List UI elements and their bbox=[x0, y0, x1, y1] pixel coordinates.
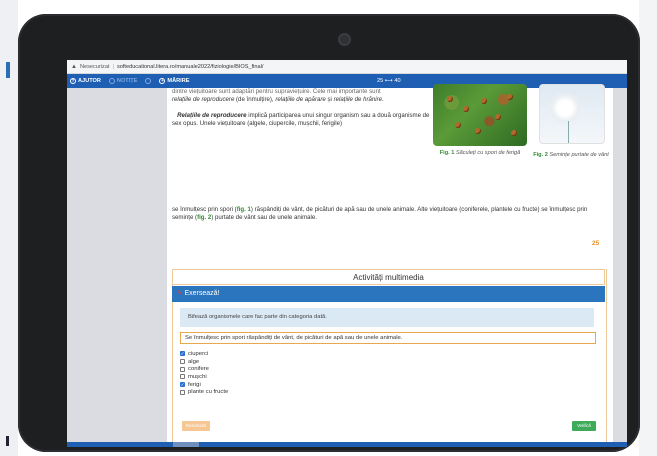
document-page: dintre viețuitoare sunt adaptări pentru … bbox=[167, 84, 613, 447]
figure-1-number: Fig. 1 bbox=[439, 150, 455, 156]
tablet-frame: ▲ Nesecurizat | softeducational.litera.r… bbox=[18, 14, 640, 452]
tablet-screen: ▲ Nesecurizat | softeducational.litera.r… bbox=[67, 60, 627, 447]
paragraph-cut-line: dintre viețuitoare sunt adaptări pentru … bbox=[172, 88, 381, 95]
text-chunk: . bbox=[382, 96, 384, 103]
exercise-header: ✎ Exersează! bbox=[172, 286, 605, 302]
help-label: AJUTOR bbox=[78, 78, 101, 84]
background-right bbox=[639, 0, 657, 456]
page-scrollbar[interactable] bbox=[67, 442, 627, 447]
checkbox[interactable] bbox=[180, 389, 185, 395]
scroll-thumb[interactable] bbox=[173, 442, 199, 447]
browser-address-bar[interactable]: ▲ Nesecurizat | softeducational.litera.r… bbox=[67, 60, 627, 74]
term-feeding: relațiile de hrănire bbox=[333, 96, 383, 103]
magnifier-icon: + bbox=[159, 78, 166, 84]
checkbox[interactable] bbox=[180, 374, 185, 380]
option-label: plante cu fructe bbox=[188, 389, 229, 396]
checkbox[interactable]: ✓ bbox=[180, 382, 185, 388]
notes-icon bbox=[108, 78, 115, 84]
mode-toggle-icon[interactable] bbox=[145, 78, 152, 84]
address-separator: | bbox=[112, 63, 114, 70]
document-margin-left bbox=[67, 88, 167, 447]
help-icon: ? bbox=[70, 78, 76, 84]
text-chunk: ) purtate de vânt sau de unele animale. bbox=[211, 214, 317, 222]
figure-2-text: Semințe purtate de vânt bbox=[549, 152, 609, 158]
exercise-instruction: Bifează organismele care fac parte din c… bbox=[180, 308, 594, 327]
option-item[interactable]: ✓ ciuperci bbox=[180, 350, 380, 358]
help-button[interactable]: ? AJUTOR bbox=[70, 78, 101, 84]
notes-button[interactable]: NOTIȚE bbox=[108, 78, 138, 84]
figure-1-reference[interactable]: fig. 1 bbox=[237, 206, 251, 213]
option-label: ciuperci bbox=[188, 350, 209, 357]
option-label: mușchi bbox=[188, 373, 207, 380]
paragraph-reproduction: Relațiile de reproducere implică partici… bbox=[172, 112, 434, 128]
background-accent-mark-bottom bbox=[6, 436, 9, 446]
figure-2-caption: Fig. 2 Semințe purtate de vânt bbox=[533, 152, 609, 159]
not-secure-label: Nesecurizat bbox=[79, 63, 110, 70]
exercise-question: Se înmulțesc prin spori răspândiți de vâ… bbox=[180, 332, 596, 344]
term-reproduction-bold: Relațiile de reproducere bbox=[177, 112, 247, 119]
text-chunk: (de înmulțire), bbox=[234, 96, 276, 103]
multimedia-section-title: Activități multimedia bbox=[172, 269, 605, 285]
option-item[interactable]: mușchi bbox=[180, 373, 380, 381]
option-item[interactable]: plante cu fructe bbox=[180, 388, 380, 396]
term-defense: relațiile de apărare bbox=[275, 96, 326, 103]
page-number: 25 bbox=[592, 240, 600, 247]
figure-1-caption: Fig. 1 Săculeți cu spori de ferigă bbox=[433, 150, 527, 157]
option-item[interactable]: ✓ ferigi bbox=[180, 381, 380, 389]
camera-icon bbox=[340, 35, 349, 44]
document-margin-right bbox=[613, 88, 627, 447]
page-indicator[interactable]: 25 ⟷ 40 bbox=[377, 74, 401, 88]
term-reproduction: relațiile de reproducere bbox=[172, 96, 235, 103]
fern-spores-image bbox=[433, 84, 527, 146]
reset-button[interactable]: Resetează bbox=[182, 421, 210, 431]
pencil-icon: ✎ bbox=[177, 290, 183, 297]
checkbox[interactable] bbox=[180, 366, 185, 372]
options-list: ✓ ciuperci alge conifere mușchi ✓ ferigi p… bbox=[180, 350, 380, 396]
page-url[interactable]: softeducational.litera.ro/manuale2022/fi… bbox=[117, 64, 263, 70]
option-item[interactable]: conifere bbox=[180, 365, 380, 373]
checkbox[interactable] bbox=[180, 359, 185, 365]
paragraph-spores-seeds: se înmulțesc prin spori (fig. 1) răspând… bbox=[172, 206, 602, 222]
check-button[interactable]: Verifică bbox=[572, 421, 596, 431]
figure-2-number: Fig. 2 bbox=[533, 152, 548, 158]
dandelion-image bbox=[539, 84, 605, 144]
text-chunk: și bbox=[325, 96, 334, 103]
background-accent-mark bbox=[6, 62, 10, 78]
option-label: conifere bbox=[188, 366, 209, 373]
paragraph-relations: relațiile de reproducere (de înmulțire),… bbox=[172, 96, 434, 104]
warning-icon: ▲ bbox=[71, 63, 77, 70]
option-label: alge bbox=[188, 358, 200, 365]
option-item[interactable]: alge bbox=[180, 358, 380, 366]
figure-1-text: Săculeți cu spori de ferigă bbox=[455, 150, 521, 156]
checkbox[interactable]: ✓ bbox=[180, 351, 185, 357]
option-label: ferigi bbox=[188, 381, 201, 388]
notes-label: NOTIȚE bbox=[116, 78, 138, 84]
zoom-button[interactable]: + MĂRIRE bbox=[159, 78, 190, 84]
figure-2-reference[interactable]: fig. 2 bbox=[197, 214, 211, 221]
zoom-label: MĂRIRE bbox=[167, 78, 190, 84]
exercise-header-label: Exersează! bbox=[184, 290, 220, 297]
text-chunk: se înmulțesc prin spori ( bbox=[172, 206, 237, 213]
